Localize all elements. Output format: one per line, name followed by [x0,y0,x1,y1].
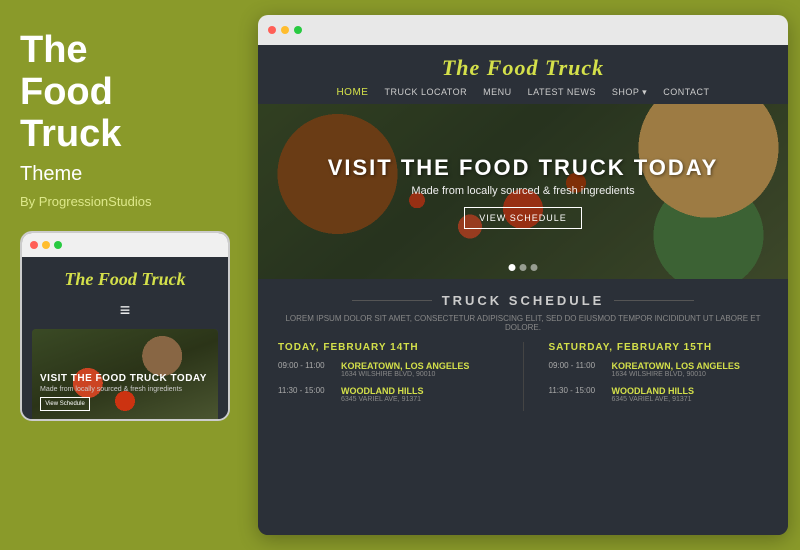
mobile-hero-title: VISIT THE FOOD TRUCK TODAY [40,373,210,384]
schedule-location-name: KOREATOWN, LOS ANGELES [612,361,769,371]
byline: By ProgressionStudios [20,194,152,209]
schedule-time: 09:00 - 11:00 [278,361,333,378]
hero-dot-1[interactable] [509,264,516,271]
schedule-location-addr: 6345 VARIEL AVE, 91371 [612,396,769,403]
schedule-time: 11:30 - 15:00 [549,386,604,403]
title-line1: The [20,29,88,71]
title-line2: Food [20,71,113,113]
schedule-location-addr: 1634 WILSHIRE BLVD, 90010 [612,371,769,378]
mobile-preview: The Food Truck ≡ VISIT THE FOOD TRUCK TO… [20,231,230,421]
mobile-dot-yellow [42,241,50,249]
schedule-time: 11:30 - 15:00 [278,386,333,403]
hero-dot-3[interactable] [531,264,538,271]
nav-menu[interactable]: MENU [483,87,512,98]
nav-contact[interactable]: CONTACT [663,87,709,98]
schedule-location: KOREATOWN, LOS ANGELES 1634 WILSHIRE BLV… [612,361,769,378]
schedule-col-2: SATURDAY, FEBRUARY 15TH 09:00 - 11:00 KO… [549,342,769,411]
mobile-dot-green [54,241,62,249]
desktop-dot-green [294,26,302,34]
schedule-item: 11:30 - 15:00 WOODLAND HILLS 6345 VARIEL… [278,386,498,403]
schedule-location-name: KOREATOWN, LOS ANGELES [341,361,498,371]
schedule-col2-header: SATURDAY, FEBRUARY 15TH [549,342,769,353]
schedule-location: WOODLAND HILLS 6345 VARIEL AVE, 91371 [612,386,769,403]
schedule-section: TRUCK SCHEDULE LOREM IPSUM DOLOR SIT AME… [258,279,788,535]
mobile-hero: VISIT THE FOOD TRUCK TODAY Made from loc… [32,329,218,419]
desktop-nav-links: HOME TRUCK LOCATOR MENU LATEST NEWS SHOP… [278,87,768,98]
desktop-dot-red [268,26,276,34]
schedule-title: TRUCK SCHEDULE [278,293,768,308]
schedule-columns: TODAY, FEBRUARY 14TH 09:00 - 11:00 KOREA… [278,342,768,411]
schedule-location-name: WOODLAND HILLS [612,386,769,396]
mobile-logo: The Food Truck [32,269,218,290]
mobile-content: The Food Truck ≡ VISIT THE FOOD TRUCK TO… [22,257,228,419]
schedule-divider [523,342,524,411]
schedule-time: 09:00 - 11:00 [549,361,604,378]
mobile-view-schedule-button[interactable]: View Schedule [40,397,90,411]
nav-latest-news[interactable]: LATEST NEWS [528,87,596,98]
nav-shop[interactable]: SHOP ▾ [612,87,647,98]
desktop-hero: VISIT THE FOOD TRUCK TODAY Made from loc… [258,104,788,279]
schedule-location-name: WOODLAND HILLS [341,386,498,396]
schedule-item: 09:00 - 11:00 KOREATOWN, LOS ANGELES 163… [278,361,498,378]
mobile-hero-subtitle: Made from locally sourced & fresh ingred… [40,386,210,393]
schedule-item: 11:30 - 15:00 WOODLAND HILLS 6345 VARIEL… [549,386,769,403]
schedule-location: KOREATOWN, LOS ANGELES 1634 WILSHIRE BLV… [341,361,498,378]
desktop-content: The Food Truck HOME TRUCK LOCATOR MENU L… [258,45,788,535]
schedule-location: WOODLAND HILLS 6345 VARIEL AVE, 91371 [341,386,498,403]
desktop-dot-yellow [281,26,289,34]
schedule-subtitle: LOREM IPSUM DOLOR SIT AMET, CONSECTETUR … [278,314,768,332]
mobile-dot-red [30,241,38,249]
desktop-navbar: The Food Truck HOME TRUCK LOCATOR MENU L… [258,45,788,104]
desktop-browser-bar [258,15,788,45]
schedule-location-addr: 1634 WILSHIRE BLVD, 90010 [341,371,498,378]
desktop-hero-subtitle: Made from locally sourced & fresh ingred… [411,185,634,197]
nav-truck-locator[interactable]: TRUCK LOCATOR [384,87,467,98]
nav-home[interactable]: HOME [336,87,368,98]
desktop-view-schedule-button[interactable]: View Schedule [464,207,582,229]
schedule-item: 09:00 - 11:00 KOREATOWN, LOS ANGELES 163… [549,361,769,378]
desktop-hero-title: VISIT THE FOOD TRUCK TODAY [328,155,719,181]
desktop-site-title: The Food Truck [278,55,768,81]
schedule-col-1: TODAY, FEBRUARY 14TH 09:00 - 11:00 KOREA… [278,342,498,411]
schedule-title-line-right [614,300,694,301]
main-title: The Food Truck [20,30,121,155]
schedule-title-text: TRUCK SCHEDULE [442,293,605,308]
desktop-preview: The Food Truck HOME TRUCK LOCATOR MENU L… [258,15,788,535]
hero-dot-2[interactable] [520,264,527,271]
hero-dots [509,264,538,271]
mobile-hamburger-icon[interactable]: ≡ [32,300,218,321]
left-panel: The Food Truck Theme By ProgressionStudi… [0,0,248,550]
desktop-hero-overlay: VISIT THE FOOD TRUCK TODAY Made from loc… [258,104,788,279]
schedule-location-addr: 6345 VARIEL AVE, 91371 [341,396,498,403]
mobile-hero-text: VISIT THE FOOD TRUCK TODAY Made from loc… [40,373,210,411]
mobile-browser-bar [22,233,228,257]
title-line3: Truck [20,113,121,155]
schedule-col1-header: TODAY, FEBRUARY 14TH [278,342,498,353]
schedule-title-line-left [352,300,432,301]
theme-label: Theme [20,163,82,186]
